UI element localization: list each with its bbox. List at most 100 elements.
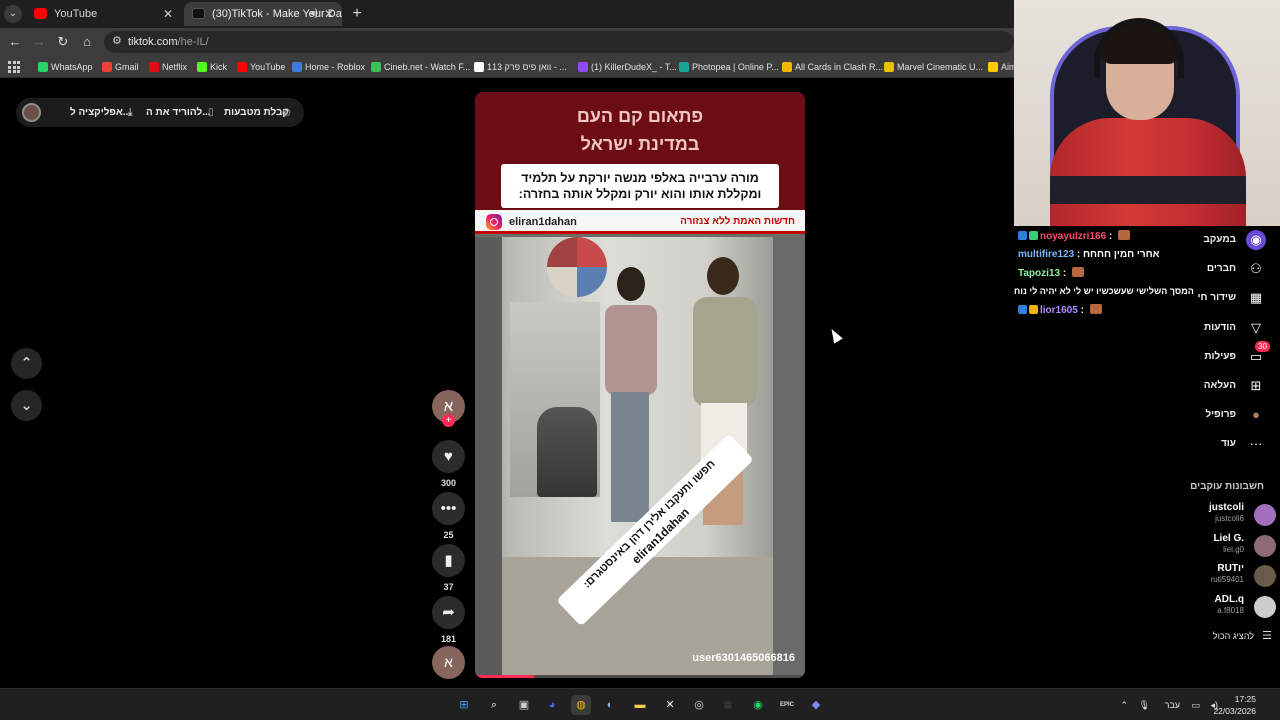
speaker-icon[interactable]: ◂) [310,2,318,26]
share-action[interactable]: ➦ 181 [432,596,465,644]
youtube-icon [34,8,47,19]
spotify-icon[interactable]: ◉ [748,695,768,715]
app-blue-icon[interactable]: ◆ [806,695,826,715]
avatar[interactable] [1254,565,1276,587]
task-view-icon[interactable]: ▣ [514,695,534,715]
bookmark-8[interactable]: (1) KillerDudeX_ - T... [578,56,677,77]
sidebar-item-following[interactable]: במעקב ◉ [1146,228,1266,252]
bookmark-11[interactable]: Marvel Cinematic U... [884,56,984,77]
bookmark-1[interactable]: Gmail [102,56,139,77]
tab-title: (30)TikTok - Make Your Day [212,8,342,20]
home-icon[interactable]: ⌂ [78,33,96,51]
sidebar-item-friends[interactable]: חברים ⚇ [1146,257,1266,281]
music-disc-icon[interactable]: א [432,646,465,679]
next-video-button[interactable]: ⌄ [11,390,42,421]
network-icon[interactable]: ▭ [1191,689,1200,720]
microphone-icon[interactable]: 🎙 [1139,689,1150,720]
following-accounts-title: חשבונות עוקבים [1190,481,1264,492]
tab-youtube[interactable]: YouTube ✕ [26,2,181,26]
chat-emote-icon [1071,267,1084,277]
comment-action[interactable]: ••• 25 [432,492,465,540]
bookmark-label: Marvel Cinematic U... [897,62,984,72]
like-action[interactable]: ♥ 300 [432,440,465,488]
site-info-icon[interactable]: ⚙ [112,34,122,47]
chrome-icon[interactable]: ◍ [571,695,591,715]
creator-initial: א [443,398,454,415]
like-icon[interactable]: ♥ [432,440,465,473]
creator-avatar[interactable]: א + [432,390,465,427]
comment-count: 25 [443,530,454,540]
show-all-link[interactable]: להציג הכול [1213,631,1254,641]
apps-grid-icon[interactable] [8,61,20,73]
instagram-handle: eliran1dahan [509,216,577,228]
previous-video-button[interactable]: ⌃ [11,348,42,379]
bookmark-9[interactable]: Photopea | Online P... [679,56,779,77]
bookmark-4[interactable]: YouTube [237,56,285,77]
chat-username: lior1605 [1040,305,1078,316]
share-icon[interactable]: ➦ [432,596,465,629]
bookmark-6[interactable]: Cineb.net - Watch F... [371,56,471,77]
discord-icon[interactable]: ◕ [542,695,562,715]
comment-icon[interactable]: ••• [432,492,465,525]
system-clock[interactable]: 17:25 22/03/2026 [1213,693,1256,717]
capcut-icon[interactable]: ✕ [660,695,680,715]
bookmark-5[interactable]: Home - Roblox [292,56,365,77]
bookmark-icon[interactable]: ▮ [432,544,465,577]
bookmark-12[interactable]: Aim [988,56,1014,77]
video-frame [475,237,805,678]
bookmark-2[interactable]: Netflix [149,56,187,77]
tab-search-icon[interactable]: ⌄ [4,5,22,23]
video-username[interactable]: user6301465066816 [692,652,795,664]
start-icon[interactable]: ⊞ [454,695,474,715]
sidebar-item-profile[interactable]: פרופיל ● [1146,403,1266,427]
url-text: tiktok.com/he-IL/ [128,36,209,48]
sidebar-item-more[interactable]: עוד ··· [1146,432,1266,456]
following-account[interactable]: Liel G. liel.g0 [1076,533,1276,559]
instagram-bar: eliran1dahan חדשות האמת ללא צנזורה [475,210,805,234]
app-dark-icon[interactable]: ◼ [718,695,738,715]
language-indicator[interactable]: עבר [1165,689,1180,720]
following-account[interactable]: ADL.q a.f8018 [1076,594,1276,620]
avatar[interactable] [1254,535,1276,557]
bookmark-0[interactable]: WhatsApp [38,56,93,77]
steam-icon[interactable]: ◐ [600,695,620,715]
bookmark-favicon-icon [884,62,894,72]
messages-icon: ▽ [1251,320,1261,335]
download-app-link[interactable]: להוריד את ה... [146,98,211,127]
forward-icon[interactable]: → [30,33,48,51]
bookmark-7[interactable]: וואן פיס פרק 113 - ... [474,56,567,77]
search-icon[interactable]: ⌕ [484,695,504,715]
account-handle: liel.g0 [1223,545,1244,554]
sidebar-item-activity[interactable]: פעילות ▭ 30 [1146,341,1270,369]
avatar[interactable] [1254,504,1276,526]
tab-tiktok[interactable]: (30)TikTok - Make Your Day ◂) ✕ [184,2,342,26]
tray-chevron-icon[interactable]: ⌃ [1120,689,1128,720]
get-app-link[interactable]: אפליקציה ל... [70,98,131,127]
sidebar-item-live[interactable]: שידור חי ▦ [1146,286,1266,310]
get-coins-link[interactable]: קבלת מטבעות [224,98,289,127]
back-icon[interactable]: ← [6,33,24,51]
epic-games-icon[interactable]: EPIC [777,695,797,715]
obs-icon[interactable]: ◎ [689,695,709,715]
bookmark-action[interactable]: ▮ 37 [432,544,465,592]
bookmark-label: Cineb.net - Watch F... [384,62,471,72]
following-account[interactable]: RUTיו ruti59401 [1076,563,1276,589]
following-account[interactable]: justcoli justcoli6 [1076,502,1276,528]
avatar[interactable] [1254,596,1276,618]
video-player[interactable]: פתאום קם העם במדינת ישראל מורה ערבייה בא… [475,92,805,678]
address-bar[interactable]: ⚙ tiktok.com/he-IL/ [104,31,1014,53]
video-progress-bar[interactable] [475,675,805,678]
follow-plus-icon[interactable]: + [442,414,455,427]
close-icon[interactable]: ✕ [163,2,173,26]
bookmark-10[interactable]: All Cards in Clash R... [782,56,883,77]
new-tab-button[interactable]: + [347,4,367,24]
avatar[interactable] [22,103,41,122]
close-icon[interactable]: ✕ [324,2,334,26]
sidebar-item-messages[interactable]: הודעות ▽ [1146,316,1266,340]
file-explorer-icon[interactable]: ▬ [630,695,650,715]
bookmark-3[interactable]: Kick [197,56,227,77]
reload-icon[interactable]: ↻ [54,33,72,51]
video-headline-1: פתאום קם העם [576,106,704,126]
sidebar-item-upload[interactable]: העלאה ⊞ [1146,374,1266,398]
bookmark-favicon-icon [292,62,302,72]
